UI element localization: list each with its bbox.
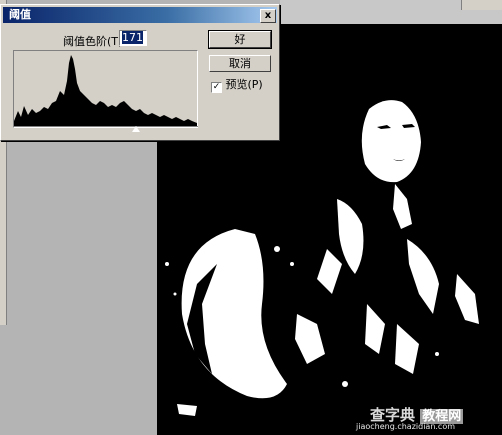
- preview-label: 预览(P): [225, 78, 263, 91]
- ruler: [461, 0, 502, 10]
- dialog-title: 阈值: [9, 8, 31, 21]
- workspace-top-bar: [280, 0, 502, 25]
- threshold-level-label: 阈值色阶(T):: [63, 35, 127, 48]
- threshold-slider-handle[interactable]: [131, 126, 140, 132]
- preview-checkbox[interactable]: ✓: [211, 82, 222, 93]
- watermark-url: jiaocheng.chazidian.com: [356, 422, 456, 431]
- threshold-level-value: 171: [122, 31, 143, 44]
- histogram: [13, 50, 198, 128]
- preview-checkbox-row[interactable]: ✓ 预览(P): [211, 76, 263, 93]
- threshold-level-input[interactable]: 171: [119, 30, 147, 46]
- threshold-slider-track[interactable]: [13, 126, 198, 127]
- cancel-button[interactable]: 取消: [209, 55, 271, 72]
- ok-button[interactable]: 好: [208, 30, 272, 49]
- histogram-graph: [14, 55, 197, 127]
- dialog-title-bar[interactable]: 阈值: [3, 7, 277, 23]
- close-button[interactable]: x: [260, 9, 276, 23]
- threshold-dialog: 阈值 x 阈值色阶(T): 171 好 取消 ✓ 预览(P): [0, 4, 280, 141]
